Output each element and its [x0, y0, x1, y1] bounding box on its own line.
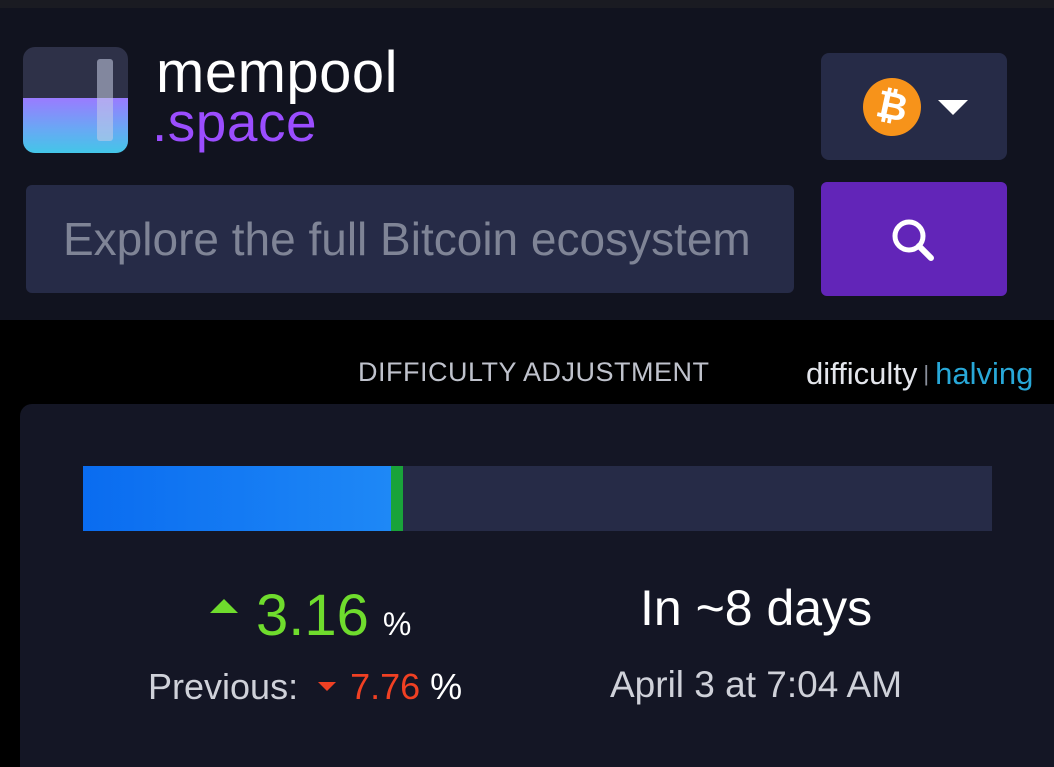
search-icon [892, 219, 934, 261]
top-navigation: mempool .space ₿ [0, 0, 1054, 320]
switch-option-difficulty[interactable]: difficulty [806, 356, 917, 391]
search-field[interactable] [26, 185, 794, 293]
switch-separator: | [923, 361, 930, 386]
change-unit: % [382, 606, 412, 642]
adjustment-date: April 3 at 7:04 AM [610, 664, 903, 705]
brand-domain[interactable]: .space [152, 90, 317, 154]
change-value: 3.16 [256, 583, 369, 648]
app-screen: mempool .space ₿ DIFFICULTY ADJUSTMENT d… [0, 0, 1054, 767]
chevron-down-icon [938, 100, 968, 115]
progress-fill [83, 466, 393, 531]
switch-option-halving[interactable]: halving [935, 356, 1033, 391]
search-button[interactable] [821, 182, 1007, 296]
difficulty-progress-bar [83, 466, 992, 531]
mempool-logo-icon[interactable] [23, 47, 128, 153]
previous-unit: % [430, 666, 463, 707]
previous-value: 7.76 [350, 666, 421, 707]
search-input[interactable] [26, 185, 794, 293]
difficulty-halving-switch: difficulty | halving [806, 355, 1033, 393]
arrow-up-icon [210, 599, 238, 613]
adjustment-eta: In ~8 days [640, 580, 873, 636]
network-selector-button[interactable]: ₿ [821, 53, 1007, 160]
progress-marker [390, 466, 403, 531]
bitcoin-icon: ₿ [857, 72, 927, 142]
section-title: DIFFICULTY ADJUSTMENT [358, 357, 710, 387]
arrow-down-icon [318, 682, 337, 691]
difficulty-card: 3.16% Previous: 7.76% In ~8 days April 3 … [20, 404, 1054, 767]
previous-label: Previous: [148, 666, 299, 707]
previous-change: Previous: 7.76% [148, 666, 462, 708]
difficulty-change: 3.16% [210, 582, 411, 649]
status-strip [0, 0, 1054, 8]
